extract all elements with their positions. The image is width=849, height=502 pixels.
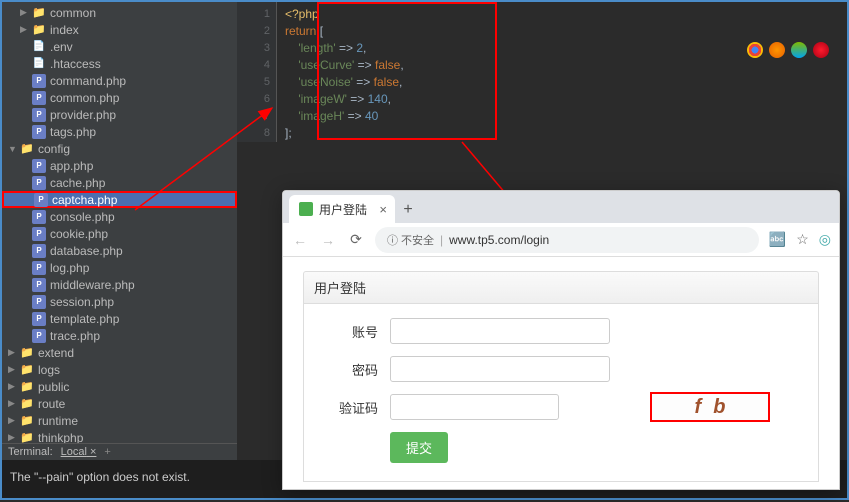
tree-file-session[interactable]: session.php — [2, 293, 237, 310]
opera-icon[interactable] — [813, 42, 829, 58]
tree-label: log.php — [50, 261, 89, 275]
tree-label: database.php — [50, 244, 123, 258]
tree-file-template[interactable]: template.php — [2, 310, 237, 327]
tree-file-console[interactable]: console.php — [2, 208, 237, 225]
tree-file-common-php[interactable]: common.php — [2, 89, 237, 106]
browser-badges — [747, 42, 829, 58]
tree-file-middleware[interactable]: middleware.php — [2, 276, 237, 293]
tree-file-log[interactable]: log.php — [2, 259, 237, 276]
gutter: 12345678 — [237, 2, 277, 142]
tree-label: extend — [38, 346, 74, 360]
tree-file-cookie[interactable]: cookie.php — [2, 225, 237, 242]
tree-label: app.php — [50, 159, 93, 173]
code-area[interactable]: <?php return [ 'length' => 2, 'useCurve'… — [277, 2, 847, 146]
captcha-input[interactable] — [390, 394, 559, 420]
nav-back-icon[interactable]: ← — [291, 232, 309, 248]
insecure-badge: 不安全 — [387, 232, 434, 248]
tree-file-database[interactable]: database.php — [2, 242, 237, 259]
close-icon[interactable]: × — [90, 446, 96, 458]
tree-label: provider.php — [50, 108, 116, 122]
favicon-icon — [299, 202, 313, 216]
tree-file-captcha[interactable]: captcha.php — [2, 191, 237, 208]
tree-folder-runtime[interactable]: runtime — [2, 412, 237, 429]
tree-folder-route[interactable]: route — [2, 395, 237, 412]
tree-label: common — [50, 6, 96, 20]
panel-title: 用户登陆 — [303, 271, 819, 304]
extension-icon[interactable]: ◎ — [819, 231, 831, 248]
tree-label: public — [38, 380, 69, 394]
tree-folder-public[interactable]: public — [2, 378, 237, 395]
terminal-tab-local[interactable]: Local × — [61, 446, 97, 458]
new-tab-button[interactable]: + — [395, 197, 421, 223]
tree-label: .env — [50, 40, 73, 54]
tree-label: cookie.php — [50, 227, 108, 241]
safari-icon[interactable] — [791, 42, 807, 58]
tree-file-provider[interactable]: provider.php — [2, 106, 237, 123]
tree-label: console.php — [50, 210, 115, 224]
browser-tab-active[interactable]: 用户登陆 × — [289, 195, 395, 223]
tree-label: index — [50, 23, 79, 37]
star-icon[interactable]: ☆ — [796, 231, 809, 248]
browser-window: 用户登陆 × + ← → ⟳ 不安全 | www.tp5.com/login 🔤… — [282, 190, 840, 490]
captcha-image[interactable]: fb — [650, 392, 770, 422]
tree-file-app[interactable]: app.php — [2, 157, 237, 174]
tree-label: command.php — [50, 74, 126, 88]
browser-tabstrip: 用户登陆 × + — [283, 191, 839, 223]
tree-label: session.php — [50, 295, 114, 309]
translate-icon[interactable]: 🔤 — [769, 231, 786, 248]
project-tree: common index .env .htaccess command.php … — [2, 2, 237, 498]
tree-file-command[interactable]: command.php — [2, 72, 237, 89]
label-account: 账号 — [322, 322, 378, 341]
tree-file-htaccess[interactable]: .htaccess — [2, 55, 237, 72]
password-input[interactable] — [390, 356, 610, 382]
tree-label: route — [38, 397, 65, 411]
terminal-tabs: Terminal: Local × + — [2, 443, 237, 460]
label-captcha: 验证码 — [322, 398, 378, 417]
tree-file-trace[interactable]: trace.php — [2, 327, 237, 344]
terminal-add-button[interactable]: + — [104, 446, 110, 458]
nav-reload-icon[interactable]: ⟳ — [347, 231, 365, 248]
chrome-icon[interactable] — [747, 42, 763, 58]
tree-folder-extend[interactable]: extend — [2, 344, 237, 361]
tab-close-icon[interactable]: × — [379, 202, 387, 217]
terminal-label: Terminal: — [8, 446, 53, 458]
tree-label: logs — [38, 363, 60, 377]
label-password: 密码 — [322, 360, 378, 379]
url-text: www.tp5.com/login — [449, 233, 549, 247]
tree-folder-common[interactable]: common — [2, 4, 237, 21]
nav-forward-icon[interactable]: → — [319, 232, 337, 248]
tree-folder-logs[interactable]: logs — [2, 361, 237, 378]
page-content: 用户登陆 账号 密码 验证码 fb 提交 — [283, 257, 839, 490]
tab-title: 用户登陆 — [319, 201, 367, 218]
login-form: 账号 密码 验证码 fb 提交 — [303, 304, 819, 482]
tree-label: common.php — [50, 91, 119, 105]
tree-label: runtime — [38, 414, 78, 428]
tree-label: tags.php — [50, 125, 96, 139]
tree-folder-config[interactable]: config — [2, 140, 237, 157]
tree-file-env[interactable]: .env — [2, 38, 237, 55]
tree-file-cache[interactable]: cache.php — [2, 174, 237, 191]
address-bar: ← → ⟳ 不安全 | www.tp5.com/login 🔤 ☆ ◎ — [283, 223, 839, 257]
url-input[interactable]: 不安全 | www.tp5.com/login — [375, 227, 759, 253]
firefox-icon[interactable] — [769, 42, 785, 58]
tree-label: template.php — [50, 312, 119, 326]
tree-file-tags[interactable]: tags.php — [2, 123, 237, 140]
tree-label: .htaccess — [50, 57, 101, 71]
tree-label: config — [38, 142, 70, 156]
tree-label: cache.php — [50, 176, 105, 190]
submit-button[interactable]: 提交 — [390, 432, 448, 463]
tree-label: trace.php — [50, 329, 100, 343]
tree-folder-index[interactable]: index — [2, 21, 237, 38]
tree-label: captcha.php — [52, 193, 117, 207]
account-input[interactable] — [390, 318, 610, 344]
tree-label: middleware.php — [50, 278, 135, 292]
